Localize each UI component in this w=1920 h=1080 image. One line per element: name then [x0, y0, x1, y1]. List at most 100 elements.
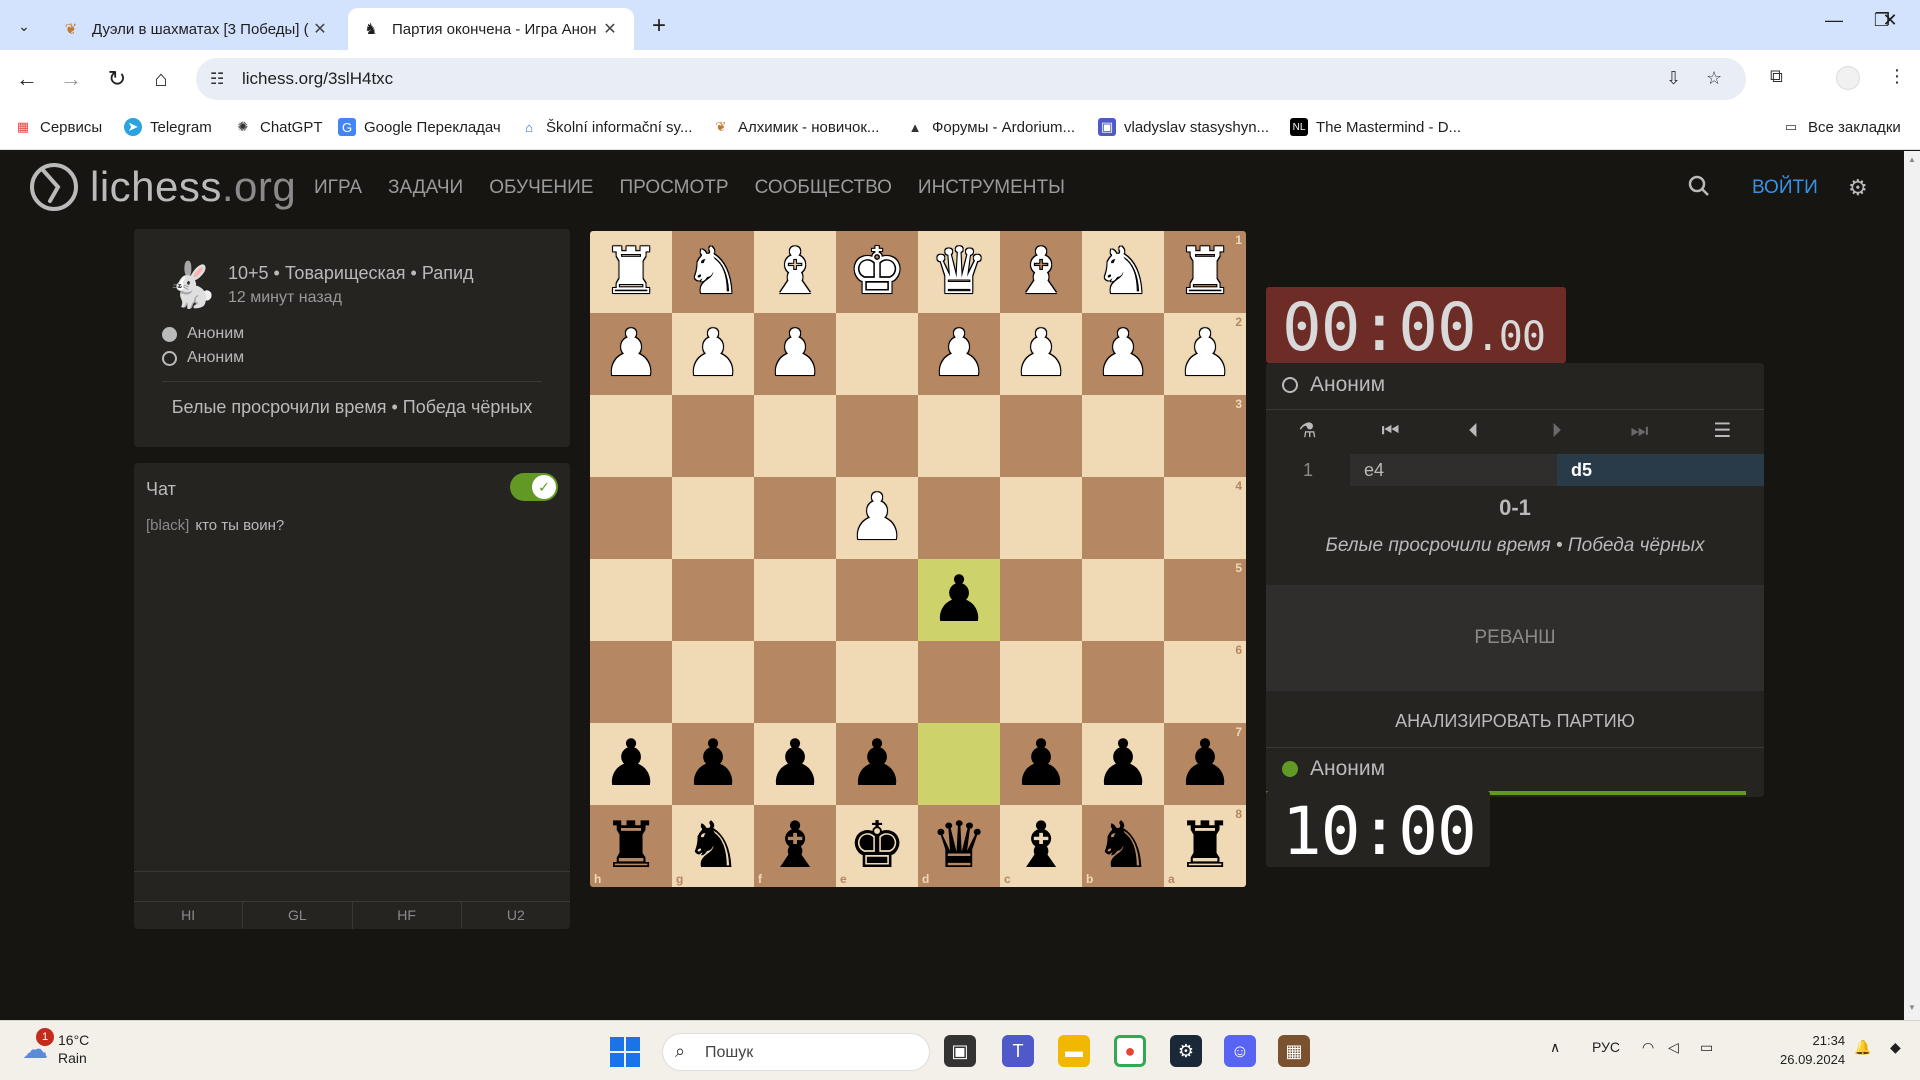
square-e7[interactable]: ♟ — [836, 723, 918, 805]
top-player[interactable]: Аноним — [1282, 373, 1385, 397]
square-e2[interactable] — [836, 313, 918, 395]
square-g3[interactable] — [672, 395, 754, 477]
white-knight-piece[interactable]: ♞ — [684, 240, 741, 304]
white-knight-piece[interactable]: ♞ — [1094, 240, 1151, 304]
bookmark-alchemist[interactable]: ❦ Алхимик - новичок... — [712, 118, 880, 136]
square-g6[interactable] — [672, 641, 754, 723]
square-c6[interactable] — [1000, 641, 1082, 723]
black-knight-piece[interactable]: ♞ — [1094, 814, 1151, 878]
language-indicator[interactable]: РУС — [1592, 1039, 1620, 1055]
home-icon[interactable]: ⌂ — [146, 64, 176, 94]
bookmark-chatgpt[interactable]: ✺ ChatGPT — [234, 118, 323, 136]
square-f8[interactable]: ♝ f — [754, 805, 836, 887]
square-h8[interactable]: ♜ h — [590, 805, 672, 887]
black-pawn-piece[interactable]: ♟ — [602, 732, 659, 796]
square-a3[interactable]: 3 — [1164, 395, 1246, 477]
close-tab-icon[interactable]: ✕ — [600, 19, 620, 39]
chess-board[interactable]: ♜ ♞ ♝ ♚ ♛ ♝ ♞ ♜ 1 ♟ ♟ ♟ ♟ ♟ ♟ ♟ 2 3 ♟ 4 ♟ 5 6 ♟ ♟ ♟ ♟ ♟ ♟ ♟ 7 ♜ h ♞ g ♝ f ♚ e ♛… — [590, 231, 1246, 887]
first-move-icon[interactable]: ⏮ — [1349, 410, 1432, 453]
weather-widget[interactable]: ☁ 1 16°C Rain — [22, 1027, 89, 1067]
square-c7[interactable]: ♟ — [1000, 723, 1082, 805]
square-b1[interactable]: ♞ — [1082, 231, 1164, 313]
system-clock[interactable]: 21:34 26.09.2024 — [1780, 1031, 1845, 1069]
square-c8[interactable]: ♝ c — [1000, 805, 1082, 887]
black-pawn-piece[interactable]: ♟ — [766, 732, 823, 796]
square-e6[interactable] — [836, 641, 918, 723]
square-g5[interactable] — [672, 559, 754, 641]
address-bar[interactable]: ☷ lichess.org/3slH4txc ⇩ ☆ — [196, 58, 1746, 100]
bookmark-google-translate[interactable]: G Google Перекладач — [338, 118, 501, 136]
black-king-piece[interactable]: ♚ — [848, 814, 905, 878]
square-b6[interactable] — [1082, 641, 1164, 723]
menu-kebab-icon[interactable]: ⋮ — [1888, 66, 1906, 87]
wifi-icon[interactable]: ◠ — [1642, 1039, 1654, 1056]
square-a2[interactable]: ♟ 2 — [1164, 313, 1246, 395]
square-b8[interactable]: ♞ b — [1082, 805, 1164, 887]
square-a8[interactable]: ♜ 8 a — [1164, 805, 1246, 887]
bottom-player[interactable]: Аноним — [1282, 757, 1385, 781]
square-h7[interactable]: ♟ — [590, 723, 672, 805]
black-knight-piece[interactable]: ♞ — [684, 814, 741, 878]
nav-watch[interactable]: ПРОСМОТР — [619, 177, 728, 199]
sign-in-link[interactable]: ВОЙТИ — [1752, 177, 1818, 199]
chrome-icon[interactable]: ● — [1114, 1035, 1146, 1067]
nav-community[interactable]: СООБЩЕСТВО — [755, 177, 892, 199]
square-c2[interactable]: ♟ — [1000, 313, 1082, 395]
black-player[interactable]: Аноним — [162, 349, 244, 367]
square-d3[interactable] — [918, 395, 1000, 477]
square-g7[interactable]: ♟ — [672, 723, 754, 805]
white-pawn-piece[interactable]: ♟ — [1094, 322, 1151, 386]
bookmark-mastermind[interactable]: NL The Mastermind - D... — [1290, 118, 1461, 136]
extensions-icon[interactable]: ⧉ — [1770, 66, 1783, 87]
start-windows-icon[interactable] — [610, 1037, 640, 1067]
black-rook-piece[interactable]: ♜ — [1176, 814, 1233, 878]
white-rook-piece[interactable]: ♜ — [602, 240, 659, 304]
bookmark-telegram[interactable]: ➤ Telegram — [124, 118, 212, 136]
nav-puzzles[interactable]: ЗАДАЧИ — [388, 177, 463, 199]
white-king-piece[interactable]: ♚ — [848, 240, 905, 304]
move-white[interactable]: e4 — [1350, 454, 1557, 486]
black-bishop-piece[interactable]: ♝ — [1012, 814, 1069, 878]
steam-icon[interactable]: ⚙ — [1170, 1035, 1202, 1067]
square-a6[interactable]: 6 — [1164, 641, 1246, 723]
white-queen-piece[interactable]: ♛ — [930, 240, 987, 304]
square-a5[interactable]: 5 — [1164, 559, 1246, 641]
search-icon[interactable] — [1688, 175, 1710, 203]
square-d6[interactable] — [918, 641, 1000, 723]
tab-duels[interactable]: ❦ Дуэли в шахматах [3 Победы] ( ✕ — [48, 8, 344, 50]
tab-search-button[interactable]: ⌄ — [10, 12, 38, 40]
square-e8[interactable]: ♚ e — [836, 805, 918, 887]
minimize-icon[interactable]: — — [1814, 10, 1854, 31]
square-c5[interactable] — [1000, 559, 1082, 641]
square-d4[interactable] — [918, 477, 1000, 559]
square-c1[interactable]: ♝ — [1000, 231, 1082, 313]
profile-avatar[interactable] — [1836, 66, 1860, 90]
square-h4[interactable] — [590, 477, 672, 559]
new-tab-button[interactable]: + — [652, 12, 666, 40]
page-scrollbar[interactable]: ▲ ▼ — [1904, 151, 1920, 1020]
square-b2[interactable]: ♟ — [1082, 313, 1164, 395]
next-move-icon[interactable]: ⏵ — [1515, 410, 1598, 453]
preset-hf[interactable]: HF — [353, 902, 462, 929]
square-c3[interactable] — [1000, 395, 1082, 477]
square-h2[interactable]: ♟ — [590, 313, 672, 395]
install-app-icon[interactable]: ⇩ — [1666, 68, 1681, 89]
square-d1[interactable]: ♛ — [918, 231, 1000, 313]
bookmark-star-icon[interactable]: ☆ — [1706, 68, 1722, 89]
white-bishop-piece[interactable]: ♝ — [766, 240, 823, 304]
square-h5[interactable] — [590, 559, 672, 641]
taskbar-search[interactable]: ⌕ Пошук — [662, 1033, 930, 1071]
move-black[interactable]: d5 — [1557, 454, 1764, 486]
chat-user[interactable]: [black] — [146, 517, 189, 534]
square-a4[interactable]: 4 — [1164, 477, 1246, 559]
square-f4[interactable] — [754, 477, 836, 559]
white-bishop-piece[interactable]: ♝ — [1012, 240, 1069, 304]
white-pawn-piece[interactable]: ♟ — [930, 322, 987, 386]
square-b3[interactable] — [1082, 395, 1164, 477]
nav-learn[interactable]: ОБУЧЕНИЕ — [489, 177, 593, 199]
last-move-icon[interactable]: ⏭ — [1598, 410, 1681, 453]
square-d2[interactable]: ♟ — [918, 313, 1000, 395]
nav-tools[interactable]: ИНСТРУМЕНТЫ — [918, 177, 1065, 199]
tab-lichess-game[interactable]: ♞ Партия окончена - Игра Анон ✕ — [348, 8, 634, 50]
square-d5[interactable]: ♟ — [918, 559, 1000, 641]
